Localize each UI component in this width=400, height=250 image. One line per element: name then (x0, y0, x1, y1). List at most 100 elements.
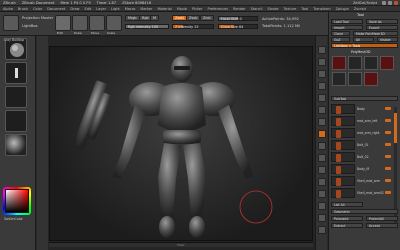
subtool-item[interactable] (331, 104, 355, 114)
subtool-item[interactable] (331, 176, 355, 186)
material-thumbnail[interactable] (5, 134, 27, 156)
subtool-item[interactable] (331, 188, 355, 198)
texture-thumbnail[interactable] (5, 110, 27, 132)
subtool-visibility-toggle[interactable] (385, 167, 391, 170)
color-picker[interactable] (5, 189, 29, 213)
mrgb-button[interactable]: Mrgb (125, 15, 140, 21)
draw-button[interactable] (72, 15, 88, 31)
tool-thumb-current[interactable] (332, 56, 346, 70)
tool-thumb-4[interactable] (380, 56, 394, 70)
zadd-button[interactable]: Zadd (172, 15, 187, 21)
menu-stencil[interactable]: Stencil (251, 7, 263, 11)
make-polymesh-button[interactable]: Make PolyMesh3D (353, 31, 398, 36)
menu-alpha[interactable]: Alpha (3, 7, 13, 11)
projection-master-icon[interactable] (3, 15, 19, 31)
menu-preferences[interactable]: Preferences (208, 7, 229, 11)
menu-brush[interactable]: Brush (18, 7, 28, 11)
subtool-visibility-toggle[interactable] (385, 155, 391, 158)
aahalf-icon[interactable] (318, 106, 326, 114)
menu-color[interactable]: Color (33, 7, 42, 11)
menu-stroke[interactable]: Stroke (267, 7, 278, 11)
geometry-header[interactable]: Geometry (331, 209, 398, 214)
floor-icon[interactable] (318, 130, 326, 138)
subtool-scrollbar-thumb[interactable] (394, 113, 397, 143)
subtool-item[interactable] (331, 164, 355, 174)
subtool-visibility-toggle[interactable] (385, 179, 391, 182)
subtool-item[interactable] (331, 140, 355, 150)
subtool-visibility-toggle[interactable] (385, 107, 391, 110)
lightbox-tools-button[interactable]: Lightbox > Tools (331, 43, 398, 48)
rotate-icon[interactable] (318, 202, 326, 210)
script-label[interactable]: ZeliCel/Script (353, 1, 377, 5)
menu-material[interactable]: Material (158, 7, 172, 11)
zoom-icon[interactable] (318, 82, 326, 90)
polyf-icon[interactable] (318, 214, 326, 222)
subtool-item[interactable] (331, 152, 355, 162)
subtool-header[interactable]: SubTool (331, 96, 398, 101)
menu-draw[interactable]: Draw (70, 7, 79, 11)
local-icon[interactable] (318, 142, 326, 150)
transp-icon[interactable] (318, 226, 326, 234)
tool-thumb-5[interactable] (332, 72, 346, 86)
extract-button[interactable]: Extract (331, 223, 363, 228)
menu-render[interactable]: Render (233, 7, 245, 11)
subtool-visibility-toggle[interactable] (385, 131, 391, 134)
close-icon[interactable] (394, 1, 398, 5)
xyz-icon[interactable] (318, 154, 326, 162)
projection-master-label[interactable]: Projection Master (22, 16, 53, 20)
zcut-button[interactable]: Zcut (200, 15, 214, 21)
persp-icon[interactable] (318, 118, 326, 126)
accept-button[interactable]: Accept (366, 223, 398, 228)
alpha-thumbnail[interactable] (5, 86, 27, 108)
subtool-visibility-toggle[interactable] (385, 119, 391, 122)
all-button[interactable]: All (353, 37, 374, 42)
scale-icon[interactable] (318, 190, 326, 198)
tool-thumb-6[interactable] (348, 72, 362, 86)
maximize-icon[interactable] (388, 1, 392, 5)
z-intensity-slider[interactable]: Z Intensity 25 (172, 24, 214, 29)
list-all-button[interactable]: List All (331, 202, 363, 207)
clone-button[interactable]: Clone (331, 31, 350, 36)
scroll-icon[interactable] (318, 70, 326, 78)
scale-button[interactable] (106, 15, 122, 31)
actual-icon[interactable] (318, 94, 326, 102)
menu-document[interactable]: Document (47, 7, 65, 11)
subtool-item[interactable] (331, 128, 355, 138)
save-as-button[interactable]: Save As (366, 19, 398, 24)
menu-macro[interactable]: Macro (125, 7, 136, 11)
document-canvas[interactable] (49, 46, 313, 241)
polypaint-button[interactable]: Polypaint (331, 216, 363, 221)
menu-zscript[interactable]: Zscript (354, 7, 366, 11)
menu-texture[interactable]: Texture (284, 7, 297, 11)
menu-tool[interactable]: Tool (301, 7, 308, 11)
subtool-visibility-toggle[interactable] (385, 191, 391, 194)
subtool-visibility-toggle[interactable] (385, 143, 391, 146)
load-tool-button[interactable]: Load Tool (331, 19, 363, 24)
spix-icon[interactable] (318, 58, 326, 66)
visible-button[interactable]: Visible (377, 37, 398, 42)
menu-light[interactable]: Light (111, 7, 120, 11)
subtool-item[interactable] (331, 116, 355, 126)
move-button[interactable] (89, 15, 105, 31)
minimize-icon[interactable] (382, 1, 386, 5)
bpr-icon[interactable] (318, 46, 326, 54)
focal-shift-slider[interactable]: Focal Shift 0 (218, 16, 258, 21)
menu-layer[interactable]: Layer (96, 7, 106, 11)
menu-zplugin[interactable]: Zplugin (336, 7, 349, 11)
move-icon[interactable] (318, 178, 326, 186)
switch-color-label[interactable]: SwitchColor (4, 217, 23, 221)
draw-size-slider[interactable]: Draw Size 64 (218, 24, 258, 29)
m-button[interactable]: M (150, 15, 159, 21)
menu-picker[interactable]: Picker (192, 7, 202, 11)
menu-transform[interactable]: Transform (313, 7, 330, 11)
goz-button[interactable]: GoZ (331, 37, 350, 42)
menu-marker[interactable]: Marker (140, 7, 152, 11)
export-button[interactable]: Export (366, 25, 398, 30)
stroke-thumbnail[interactable] (5, 62, 27, 84)
edit-button[interactable] (55, 15, 71, 31)
project-all-button[interactable]: ProjectAll (366, 216, 398, 221)
frame-icon[interactable] (318, 166, 326, 174)
zsub-button[interactable]: Zsub (186, 15, 201, 21)
import-button[interactable]: Import (331, 25, 363, 30)
lightbox-label[interactable]: LightBox (22, 24, 38, 28)
